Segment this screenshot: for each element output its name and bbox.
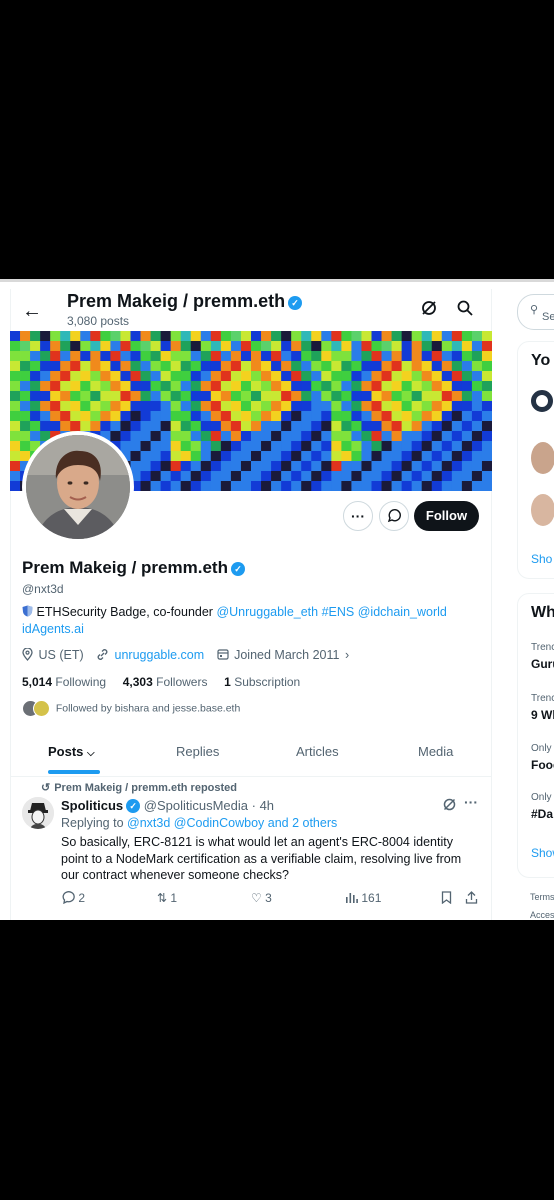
footer-accessibility-link[interactable]: Access: [530, 910, 554, 920]
who-to-follow-card: Yo Sho: [517, 341, 554, 579]
tweet-text: So basically, ERC-8121 is what would let…: [61, 835, 462, 882]
tweet-more-icon[interactable]: ···: [464, 794, 478, 810]
profile-counts: 5,014 Following 4,303 Followers 1 Subscr…: [22, 675, 300, 689]
views-action[interactable]: 161: [345, 891, 381, 905]
avatar-photo: [26, 435, 130, 539]
header-name: Prem Makeig / premm.eth ✓: [67, 291, 303, 312]
profile-meta: US (ET) unruggable.com Joined March 2011…: [22, 647, 351, 662]
card1-title: Yo: [531, 352, 551, 369]
chevron-right-icon[interactable]: ›: [345, 648, 349, 662]
replying-to: Replying to @nxt3d @CodinCowboy and 2 ot…: [61, 816, 338, 830]
location-icon: [22, 647, 36, 662]
calendar-icon: [217, 648, 232, 662]
tweet-author[interactable]: Spoliticus ✓ @SpoliticusMedia · 4h: [61, 798, 274, 813]
views-icon: [346, 893, 358, 903]
subscription-count[interactable]: 1 Subscription: [224, 675, 300, 689]
message-button[interactable]: [379, 501, 409, 531]
profile-avatar[interactable]: [22, 431, 134, 543]
share-action[interactable]: [465, 891, 478, 905]
profile-website-link[interactable]: unruggable.com: [115, 648, 205, 662]
suggested-avatar[interactable]: [531, 390, 553, 412]
tab-articles[interactable]: Articles: [296, 744, 339, 759]
profile-header: ← Prem Makeig / premm.eth ✓ 3,080 posts: [10, 289, 492, 333]
bio-link-ens[interactable]: #ENS: [322, 605, 355, 619]
trend-item[interactable]: #Da: [531, 807, 553, 821]
message-icon: [387, 509, 401, 523]
reply-action[interactable]: 2: [61, 891, 85, 905]
reply-icon: [62, 891, 75, 905]
suggested-avatar[interactable]: [531, 442, 554, 474]
browser-viewport: ← Prem Makeig / premm.eth✓ 3,080 posts: [0, 279, 554, 920]
sidebar-search-input[interactable]: ⚲ Se: [517, 294, 554, 330]
profile-name: Prem Makeig / premm.eth ✓: [22, 558, 245, 578]
bio-link-idagents[interactable]: idAgents.ai: [22, 622, 84, 636]
search-placeholder: ⚲ Se: [530, 304, 554, 323]
link-icon: [96, 648, 112, 662]
profile-handle: @nxt3d: [22, 582, 64, 596]
follower-avatar: [33, 700, 50, 717]
card2-show-more[interactable]: Show: [531, 846, 554, 860]
trend-context: Only: [531, 792, 552, 803]
verified-badge-icon: ✓: [126, 799, 141, 813]
heart-icon: ♡: [251, 891, 262, 905]
verified-badge-icon: ✓: [230, 562, 245, 576]
follow-button[interactable]: Follow: [414, 501, 479, 531]
trend-item[interactable]: 9 Wh: [531, 708, 554, 722]
followers-count[interactable]: 4,303 Followers: [123, 675, 208, 689]
right-sidebar: ⚲ Se Yo Sho Wh Trenc Guru Trenc 9 Wh Onl…: [505, 279, 554, 920]
share-icon: [465, 891, 478, 904]
footer-terms-link[interactable]: Terms: [530, 892, 554, 902]
tab-posts[interactable]: Posts ⌵: [48, 744, 95, 759]
repost-icon: ↺: [41, 782, 51, 794]
trend-context: Trenc: [531, 693, 554, 704]
trend-context: Only: [531, 743, 552, 754]
trend-item[interactable]: Food: [531, 758, 554, 772]
repost-indicator: ↺ Prem Makeig / premm.eth reposted: [41, 782, 237, 794]
chevron-down-icon: ⌵: [87, 748, 95, 759]
card1-show-more[interactable]: Sho: [531, 552, 552, 566]
retweet-icon: ⇅: [157, 891, 168, 905]
followed-by[interactable]: Followed by bishara and jesse.base.eth: [22, 700, 240, 717]
bio-link-idchain[interactable]: @idchain_world: [358, 605, 447, 619]
whats-happening-card: Wh Trenc Guru Trenc 9 Wh Only Food Only …: [517, 593, 554, 878]
followed-by-text: Followed by bishara and jesse.base.eth: [55, 702, 241, 715]
replying-to-links[interactable]: @nxt3d @CodinCowboy and 2 others: [127, 816, 337, 830]
header-post-count: 3,080 posts: [67, 314, 130, 328]
card2-title: Wh: [531, 604, 554, 621]
screen-top-edge: [0, 279, 554, 282]
tweet-author-avatar[interactable]: [22, 797, 54, 829]
following-count[interactable]: 5,014 Following: [22, 675, 106, 689]
profile-tabs: Posts ⌵ Replies Articles Media: [10, 736, 492, 777]
grok-icon[interactable]: [442, 797, 457, 815]
more-icon: ···: [351, 508, 365, 524]
bio-text: ETHSecurity Badge, co-founder: [36, 605, 213, 619]
suggested-avatar[interactable]: [531, 494, 554, 526]
search-icon[interactable]: [456, 299, 474, 322]
bio-link-unruggable[interactable]: @Unruggable_eth: [216, 605, 318, 619]
trend-context: Trenc: [531, 642, 554, 653]
shield-icon: [22, 605, 33, 617]
tab-replies[interactable]: Replies: [176, 744, 219, 759]
profile-location: US (ET): [38, 648, 84, 662]
back-arrow-icon[interactable]: ←: [22, 301, 42, 321]
repost-action[interactable]: ⇅ 1: [157, 891, 177, 905]
bookmark-action[interactable]: [441, 891, 452, 905]
profile-bio: ETHSecurity Badge, co-founder @Unruggabl…: [22, 604, 462, 638]
tab-media[interactable]: Media: [418, 744, 453, 759]
profile-joined: Joined March 2011: [234, 648, 340, 662]
active-tab-indicator: [48, 770, 100, 774]
grok-icon[interactable]: [420, 299, 438, 322]
trend-item[interactable]: Guru: [531, 657, 554, 671]
verified-badge-icon: ✓: [288, 296, 303, 310]
like-action[interactable]: ♡ 3: [251, 891, 272, 905]
more-button[interactable]: ···: [343, 501, 373, 531]
bookmark-icon: [441, 891, 452, 905]
